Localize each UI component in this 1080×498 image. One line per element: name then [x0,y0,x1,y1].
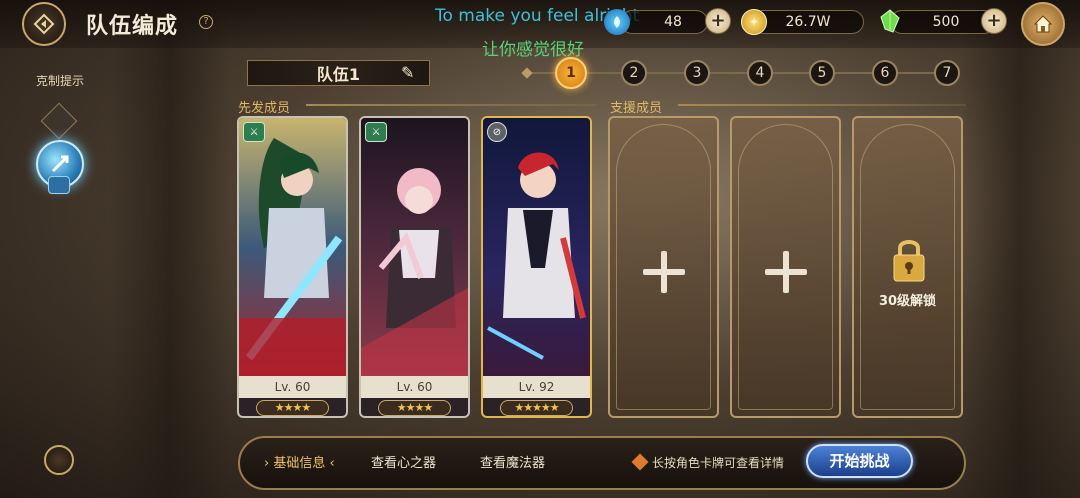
stamina-icon [604,9,630,35]
background-pillar [960,0,1080,498]
team-step-2[interactable]: 2 [621,60,647,86]
hero-card[interactable]: ⚔ Lv. 60 ★★★★ [237,116,348,418]
back-arrow-icon [33,13,55,35]
tab-heart-device[interactable]: 查看心之器 [371,452,436,471]
hero-portrait-3 [483,118,590,376]
switch-icon[interactable] [48,176,70,194]
add-member-icon [643,251,685,293]
hero-stars: ★★★★ [256,400,329,416]
hero-stars: ★★★★★ [500,400,573,416]
home-icon [1033,15,1053,33]
starters-divider [306,104,596,106]
element-hint-icon[interactable] [40,102,78,140]
compass-icon[interactable] [44,445,74,475]
hero-level: Lv. 60 [361,376,468,398]
locked-support-slot[interactable]: 30级解锁 [852,116,963,418]
gem-value: 500 [932,14,960,30]
class-badge-icon: ⚔ [365,122,387,142]
tab-basic-info[interactable]: › 基础信息 ‹ [264,452,335,471]
lock-icon [893,240,925,282]
starters-heading: 先发成员 [238,101,291,116]
team-step-1[interactable]: 1 [555,57,587,89]
help-icon[interactable]: ? [199,15,213,29]
support-divider [678,104,966,106]
back-button[interactable] [22,2,66,46]
hero-portrait-1 [239,118,346,376]
tab-arrow-left-icon: › [264,456,270,471]
gold-value: 26.7W [785,14,831,30]
tab-arrow-right-icon: ‹ [329,456,335,471]
home-button[interactable] [1021,2,1065,46]
hero-level: Lv. 60 [239,376,346,398]
gold-counter: 26.7W [752,10,864,34]
class-badge-icon: ⊘ [487,122,507,142]
start-challenge-button[interactable]: 开始挑战 [806,444,913,478]
background-pillar [110,0,230,498]
add-stamina-button[interactable]: + [705,8,731,34]
team-step-4[interactable]: 4 [747,60,773,86]
unlock-requirement: 30级解锁 [878,294,937,309]
hero-level: Lv. 92 [483,376,590,398]
hero-portrait-2 [361,118,468,376]
long-press-hint: 长按角色卡牌可查看详情 [652,456,785,470]
rename-quill-icon[interactable]: ✎ [401,63,414,82]
page-title: 队伍编成 [86,14,179,39]
stamina-counter: 48 [620,10,708,34]
add-gem-button[interactable]: + [981,8,1007,34]
class-badge-icon: ⚔ [243,122,265,142]
hero-card[interactable]: ⊘ Lv. 92 ★★★★★ [481,116,592,418]
green-crystal-icon [877,8,903,34]
step-left-arrow-icon [521,67,533,79]
team-name: 队伍1 [316,65,361,84]
hero-stars: ★★★★ [378,400,451,416]
counter-hint-label: 克制提示 [36,74,85,88]
gold-coin-icon: ✦ [741,9,767,35]
team-step-5[interactable]: 5 [809,60,835,86]
support-heading: 支援成员 [610,101,663,116]
empty-support-slot[interactable] [608,116,719,418]
add-member-icon [765,251,807,293]
tab-basic-info-label: 基础信息 [273,456,326,471]
empty-support-slot[interactable] [730,116,841,418]
team-step-6[interactable]: 6 [872,60,898,86]
stamina-value: 48 [664,14,682,30]
hero-card[interactable]: ⚔ Lv. 60 ★★★★ [359,116,470,418]
tab-magic-device[interactable]: 查看魔法器 [480,452,545,471]
team-step-7[interactable]: 7 [934,60,960,86]
team-step-3[interactable]: 3 [684,60,710,86]
